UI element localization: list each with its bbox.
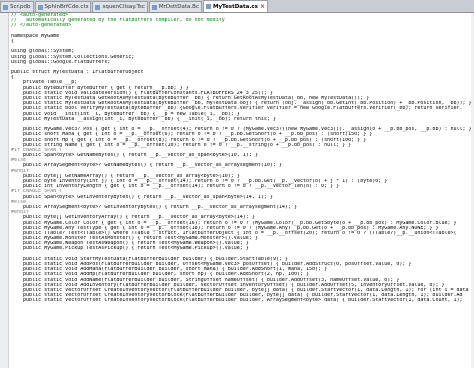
editor-tab[interactable]: Scr.pdb bbox=[0, 1, 34, 12]
code-area[interactable]: // <auto-generated>// automatically gene… bbox=[11, 13, 474, 368]
editor-tab[interactable]: MyTestData.cs × bbox=[202, 0, 268, 12]
file-icon bbox=[37, 4, 43, 10]
file-icon bbox=[3, 4, 8, 10]
tab-label: SphinBrfCde.cts bbox=[44, 4, 89, 10]
editor-tab[interactable]: squenCllsay.Tsc bbox=[92, 1, 148, 12]
close-icon[interactable]: × bbox=[260, 3, 265, 10]
tab-label: MrDsttData.Bc bbox=[158, 4, 199, 10]
code-editor[interactable]: // <auto-generated>// automatically gene… bbox=[0, 13, 474, 368]
editor-tab[interactable]: MrDsttData.Bc bbox=[148, 1, 202, 12]
file-icon bbox=[151, 4, 157, 10]
line-gutter bbox=[0, 13, 9, 368]
tab-label: MyTestData.cs bbox=[212, 3, 258, 10]
tab-label: Scr.pdb bbox=[10, 4, 31, 10]
file-icon bbox=[205, 4, 211, 9]
code-line: public static VectorOffset CreateInvento… bbox=[11, 298, 463, 304]
editor-tab[interactable]: SphinBrfCde.cts bbox=[34, 1, 92, 12]
editor-tab-bar: Scr.pdb SphinBrfCde.cts squenCllsay.Tsc MrD… bbox=[0, 0, 474, 13]
tab-label: squenCllsay.Tsc bbox=[102, 4, 145, 10]
file-icon bbox=[95, 4, 101, 10]
